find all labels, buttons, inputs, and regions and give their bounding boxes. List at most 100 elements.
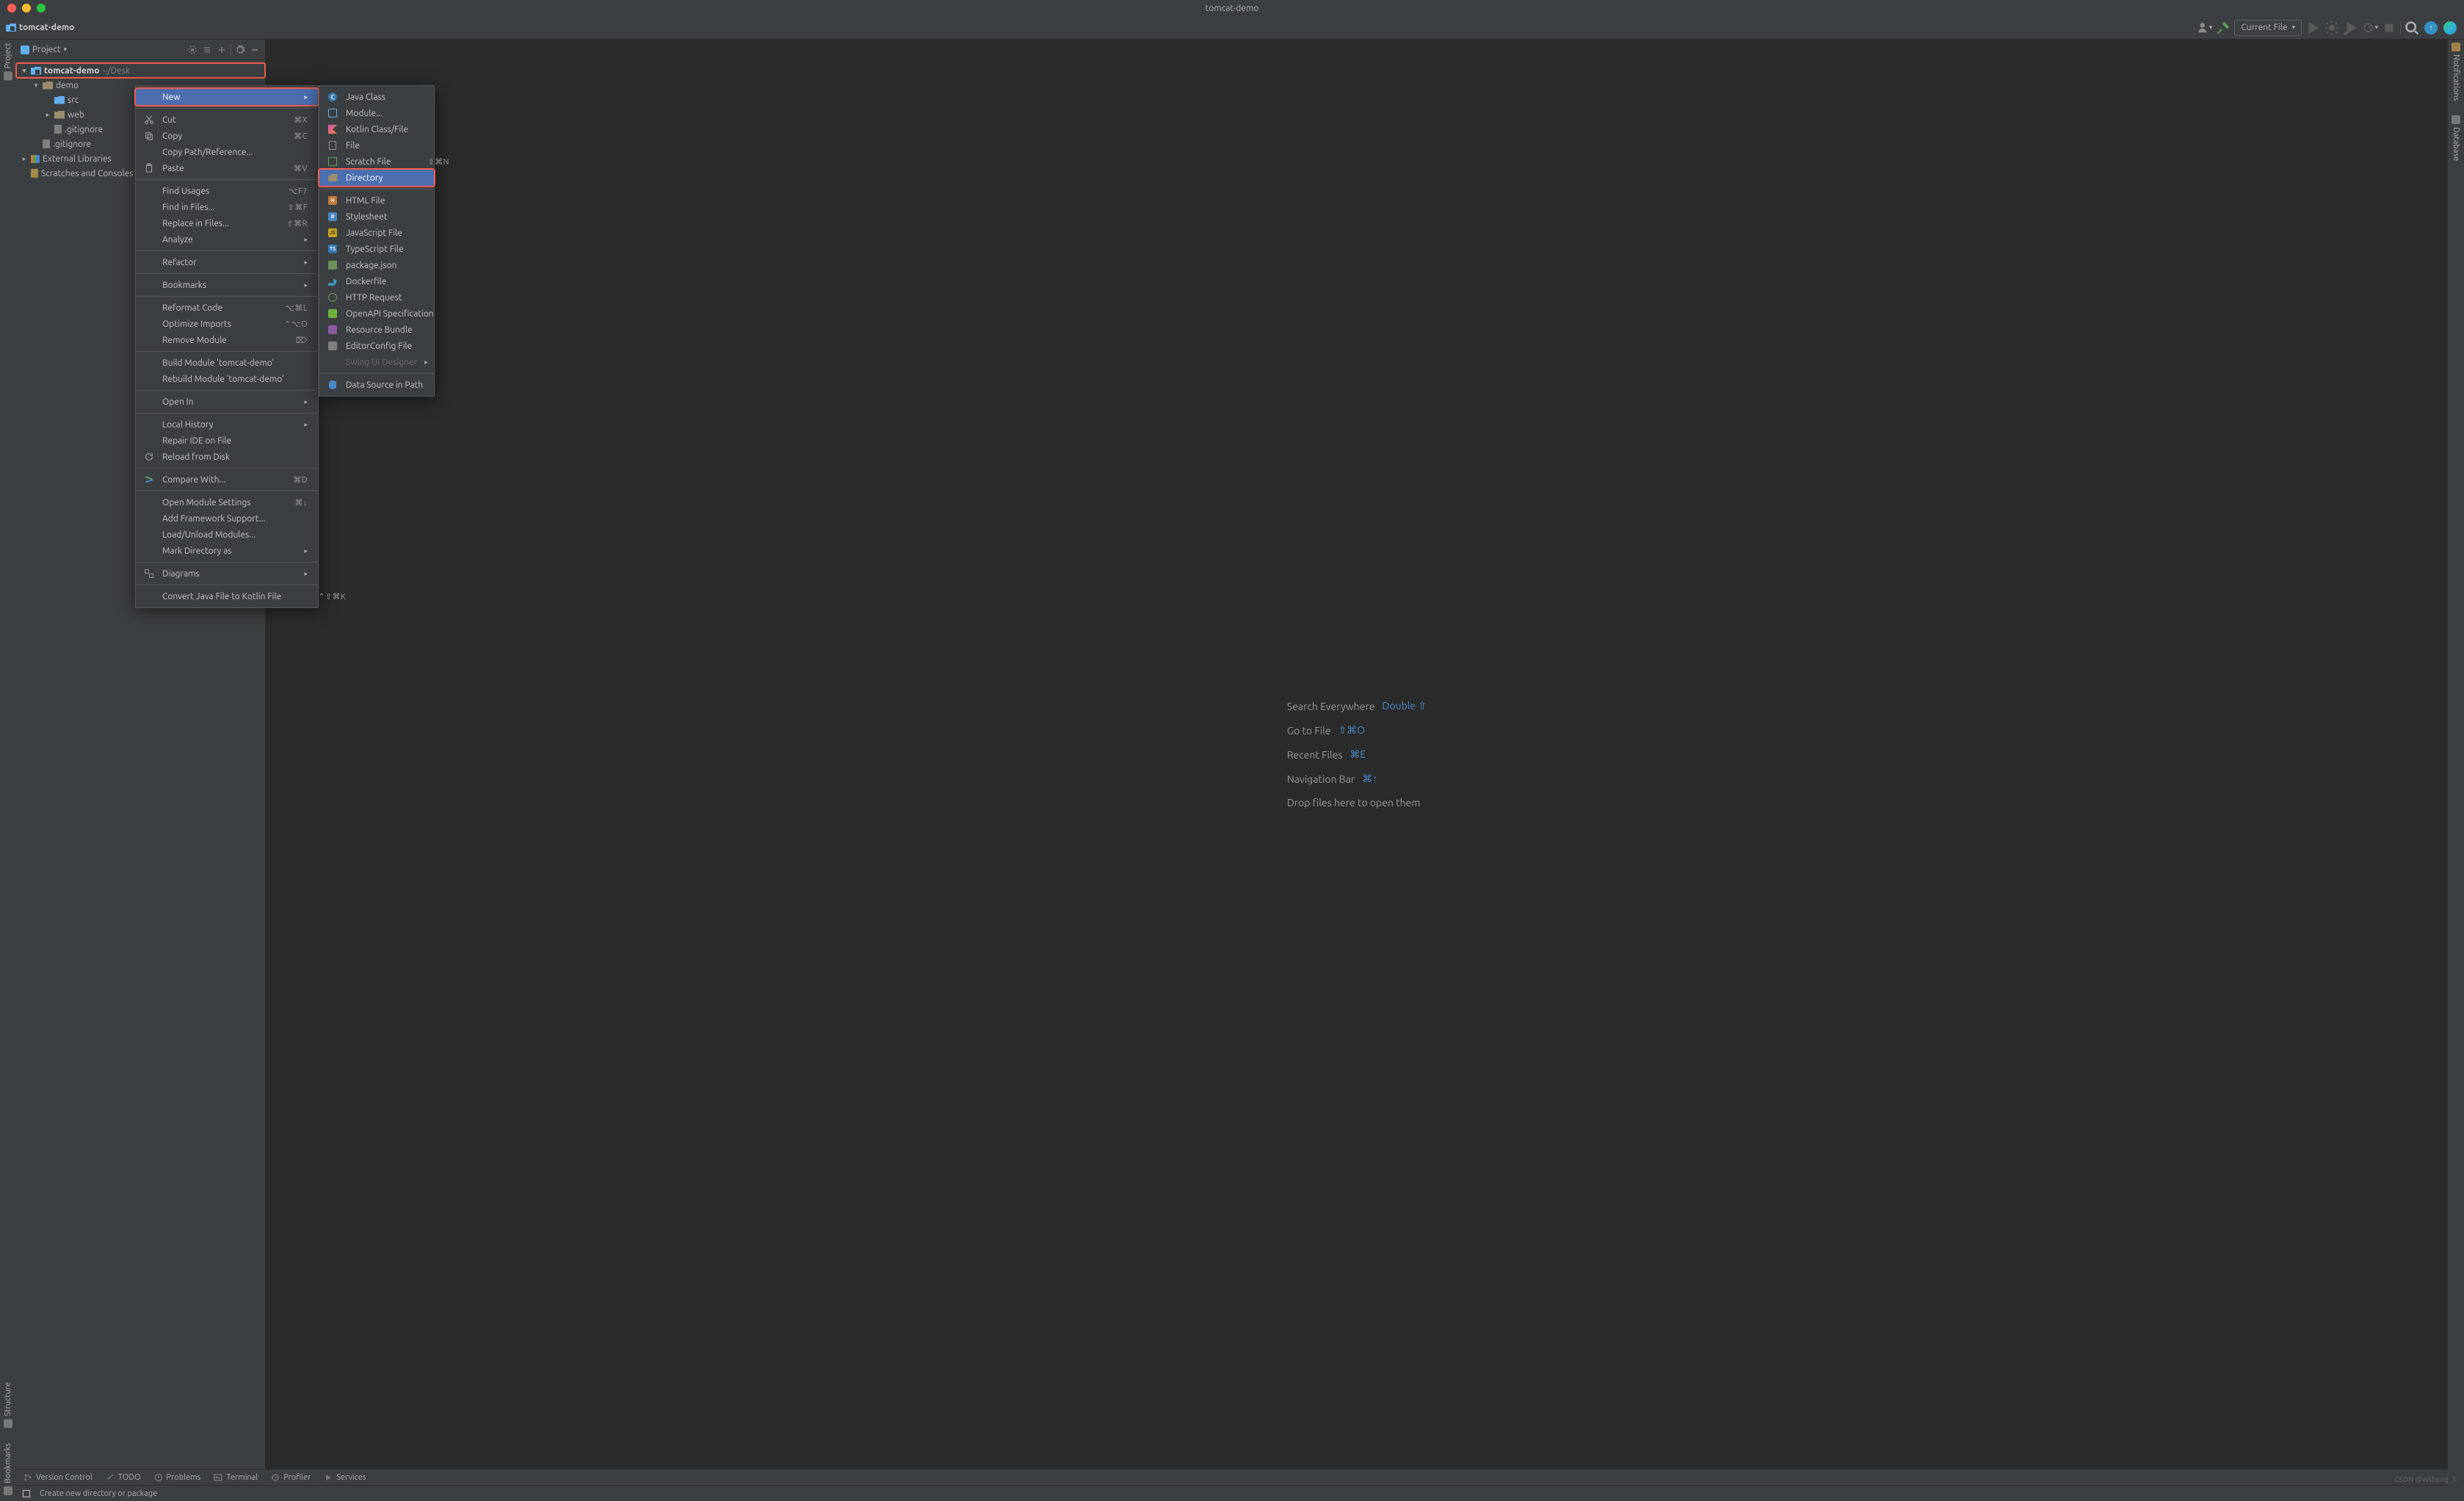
cm-copy-path[interactable]: Copy Path/Reference... [136,144,318,160]
nm-directory[interactable]: Directory [319,170,434,186]
cm-replace-in[interactable]: Replace in Files...⇧⌘R [136,215,318,231]
run-coverage-button[interactable] [2343,20,2359,36]
bt-terminal[interactable]: Terminal [214,1473,258,1482]
nm-html[interactable]: HHTML File [319,192,434,209]
nm-resource-bundle[interactable]: Resource Bundle [319,322,434,338]
nm-data-source[interactable]: Data Source in Path [319,377,434,393]
cm-new[interactable]: New▸ [136,89,318,105]
cm-local-history[interactable]: Local History▸ [136,416,318,433]
cm-module-settings[interactable]: Open Module Settings⌘↓ [136,494,318,510]
run-button[interactable] [2305,20,2321,36]
nm-editorconfig[interactable]: EditorConfig File [319,338,434,354]
cm-optimize[interactable]: Optimize Imports⌃⌥O [136,316,318,332]
expand-all-icon[interactable] [201,44,213,56]
rail-project[interactable]: Project [4,43,12,80]
rail-notifications[interactable]: Notifications [2452,43,2460,101]
tree-label: demo [56,81,79,90]
folder-icon [43,82,53,90]
watermark: CSDN @Wsheng_X [2394,1475,2457,1483]
close-window-button[interactable] [7,4,16,12]
cm-refactor[interactable]: Refactor▸ [136,254,318,270]
bt-todo[interactable]: TODO [106,1473,141,1482]
main-toolbar: tomcat-demo ▾ Current File ▾ ▾ ↑ [0,16,2464,40]
settings-gear-icon[interactable] [234,44,246,56]
rail-bookmarks[interactable]: Bookmarks [4,1443,12,1495]
cm-remove-module[interactable]: Remove Module⌦ [136,332,318,348]
nm-file[interactable]: File [319,137,434,153]
welcome-gotofile: Go to File [1287,725,1331,737]
nm-module[interactable]: Module... [319,105,434,121]
bt-version-control[interactable]: Version Control [23,1473,93,1482]
cm-copy[interactable]: Copy⌘C [136,128,318,144]
cm-cut[interactable]: Cut⌘X [136,112,318,128]
minimize-window-button[interactable] [22,4,31,12]
nm-js[interactable]: JSJavaScript File [319,225,434,241]
cm-convert-kotlin[interactable]: Convert Java File to Kotlin File⌃⇧⌘K [136,588,318,604]
tree-root[interactable]: ▾ tomcat-demo ~/Desk [16,63,265,78]
nm-java-class[interactable]: CJava Class [319,89,434,105]
nm-ts[interactable]: TSTypeScript File [319,241,434,257]
expand-arrow-icon[interactable]: ▾ [32,82,40,90]
project-breadcrumb[interactable]: tomcat-demo [6,23,74,32]
paste-icon [143,162,155,174]
profile-button[interactable]: ▾ [2362,20,2378,36]
chevron-down-icon: ▾ [2291,23,2295,32]
chevron-down-icon[interactable]: ▾ [64,46,68,54]
expand-arrow-icon[interactable]: ▸ [44,111,51,119]
run-config-selector[interactable]: Current File ▾ [2234,20,2302,36]
nm-http[interactable]: HTTP Request [319,289,434,305]
cm-compare[interactable]: Compare With...⌘D [136,471,318,488]
collapse-all-icon[interactable] [216,44,228,56]
expand-arrow-icon[interactable]: ▸ [21,155,28,163]
bt-profiler[interactable]: Profiler [271,1473,311,1482]
nm-dockerfile[interactable]: Dockerfile [319,273,434,289]
bottom-toolbar: Version Control TODO Problems Terminal P… [16,1469,2448,1485]
expand-arrow-icon[interactable]: ▾ [21,67,28,75]
hide-icon[interactable] [249,44,261,56]
nm-openapi[interactable]: OpenAPI Specification [319,305,434,322]
terminal-icon [214,1473,222,1482]
status-menu-icon[interactable] [22,1489,31,1498]
cm-diagrams[interactable]: Diagrams▸ [136,565,318,582]
update-icon[interactable]: ↑ [2423,20,2439,36]
cm-load-unload[interactable]: Load/Unload Modules... [136,527,318,543]
tree-root-label: tomcat-demo [44,66,99,76]
nm-stylesheet[interactable]: #Stylesheet [319,209,434,225]
debug-button[interactable] [2324,20,2340,36]
rail-structure[interactable]: Structure [4,1382,12,1428]
user-icon[interactable]: ▾ [2196,20,2212,36]
bt-services[interactable]: Services [324,1473,366,1482]
right-tool-rail: Notifications Database [2448,40,2464,1501]
ide-settings-icon[interactable] [2442,20,2458,36]
diagram-icon [143,568,155,579]
cm-repair-ide[interactable]: Repair IDE on File [136,433,318,449]
editor-area[interactable]: Search EverywhereDouble ⇧ Go to File⇧⌘O … [266,40,2448,1469]
rail-database[interactable]: Database [2452,115,2460,161]
vcs-icon [23,1473,32,1482]
cm-analyze[interactable]: Analyze▸ [136,231,318,247]
cm-find-usages[interactable]: Find Usages⌥F7 [136,183,318,199]
bt-problems[interactable]: Problems [154,1473,201,1482]
nm-scratch[interactable]: Scratch File⇧⌘N [319,153,434,170]
cm-bookmarks[interactable]: Bookmarks▸ [136,277,318,293]
services-icon [324,1473,333,1482]
build-hammer-icon[interactable] [2215,20,2231,36]
maximize-window-button[interactable] [37,4,46,12]
cm-reload[interactable]: Reload from Disk [136,449,318,465]
cm-reformat[interactable]: Reformat Code⌥⌘L [136,300,318,316]
package-icon [327,259,338,271]
cm-build-module[interactable]: Build Module 'tomcat-demo' [136,355,318,371]
nm-kotlin[interactable]: Kotlin Class/File [319,121,434,137]
cm-add-framework[interactable]: Add Framework Support... [136,510,318,527]
cm-open-in[interactable]: Open In▸ [136,394,318,410]
nm-package-json[interactable]: package.json [319,257,434,273]
search-icon[interactable] [2404,20,2420,36]
ts-icon: TS [327,243,338,255]
cm-find-in[interactable]: Find in Files...⇧⌘F [136,199,318,215]
select-opened-file-icon[interactable] [186,44,198,56]
cm-rebuild-module[interactable]: Rebuild Module 'tomcat-demo'⇧⌘F9 [136,371,318,387]
cm-paste[interactable]: Paste⌘V [136,160,318,176]
cm-mark-dir[interactable]: Mark Directory as▸ [136,543,318,559]
stop-button[interactable] [2381,20,2397,36]
web-folder-icon [54,111,65,119]
